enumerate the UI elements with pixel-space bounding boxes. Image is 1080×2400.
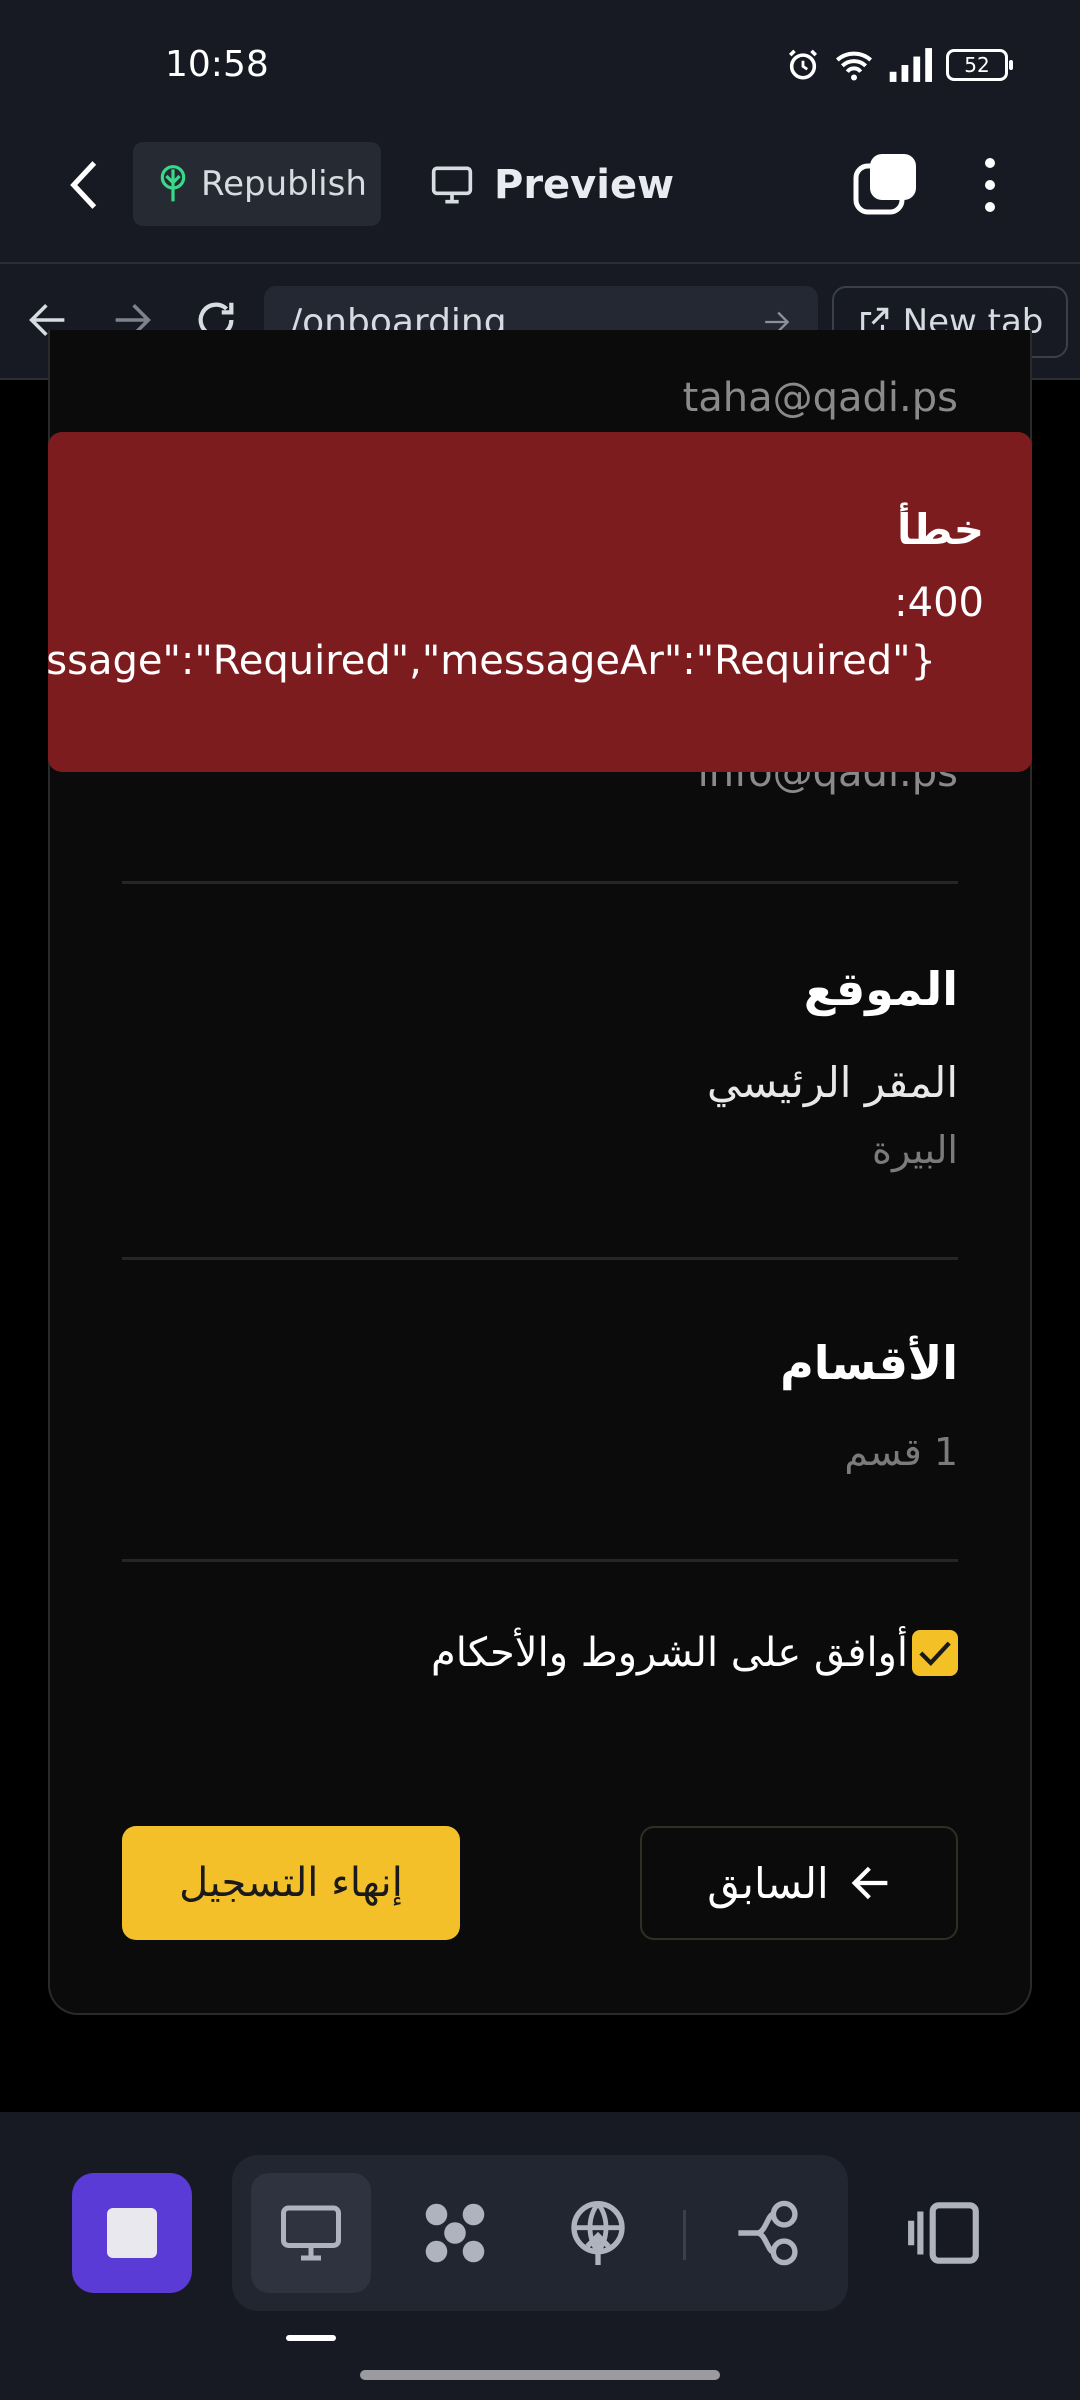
toolbar-separator xyxy=(683,2210,686,2260)
side-panel-icon[interactable] xyxy=(905,2193,985,2273)
monitor-icon xyxy=(281,2205,341,2261)
departments-title: الأقسام xyxy=(780,1336,958,1390)
chevron-left-icon xyxy=(70,161,97,209)
stop-icon xyxy=(107,2208,157,2258)
desktop-view-button[interactable] xyxy=(251,2173,371,2293)
status-time: 10:58 xyxy=(165,44,269,85)
blocks-icon xyxy=(425,2203,485,2263)
location-name: المقر الرئيسي xyxy=(707,1058,958,1107)
toast-message: {"message":"Required","messageAr":"Requi… xyxy=(48,638,936,684)
active-tab-indicator xyxy=(286,2335,336,2341)
finish-registration-button[interactable]: إنهاء التسجيل xyxy=(122,1826,460,1940)
divider xyxy=(122,1559,958,1562)
previous-label: السابق xyxy=(707,1858,829,1908)
republish-label: Republish xyxy=(201,164,367,204)
publish-button[interactable] xyxy=(538,2173,658,2293)
error-toast[interactable] xyxy=(48,432,1032,772)
workflow-button[interactable] xyxy=(708,2173,828,2293)
toast-title: خطأ xyxy=(897,505,984,554)
components-button[interactable] xyxy=(395,2173,515,2293)
email-primary: taha@qadi.ps xyxy=(682,375,958,421)
preview-button[interactable]: Preview xyxy=(430,150,674,220)
terms-label: أوافق على الشروط والأحكام xyxy=(431,1630,908,1676)
stop-button[interactable] xyxy=(72,2173,192,2293)
location-title: الموقع xyxy=(803,962,958,1016)
toast-message-clip: {"message":"Required","messageAr":"Requi… xyxy=(48,632,936,692)
check-icon xyxy=(919,1641,951,1666)
battery-indicator: 52 xyxy=(946,49,1013,81)
home-indicator[interactable] xyxy=(360,2370,720,2380)
divider xyxy=(122,881,958,884)
tree-icon xyxy=(160,165,186,202)
branch-icon xyxy=(738,2200,798,2266)
signal-icon xyxy=(889,48,932,82)
wifi-icon xyxy=(836,51,872,81)
toast-error-code: 400: xyxy=(894,580,984,626)
divider xyxy=(122,1257,958,1260)
previous-button[interactable]: السابق xyxy=(640,1826,958,1940)
preview-label: Preview xyxy=(494,162,675,208)
more-menu-icon[interactable] xyxy=(968,150,1012,220)
departments-count: 1 قسم xyxy=(844,1430,958,1474)
back-button[interactable] xyxy=(64,150,104,220)
terms-checkbox[interactable] xyxy=(912,1630,958,1676)
monitor-icon xyxy=(431,166,473,204)
republish-button[interactable]: Republish xyxy=(133,142,381,226)
alarm-icon xyxy=(788,49,818,80)
finish-label: إنهاء التسجيل xyxy=(179,1860,403,1906)
copy-icon[interactable] xyxy=(850,150,920,220)
terms-row[interactable]: أوافق على الشروط والأحكام xyxy=(431,1630,958,1676)
globe-upload-icon xyxy=(571,2201,625,2265)
arrow-left-icon xyxy=(851,1866,888,1900)
status-icons: 52 xyxy=(786,48,1013,82)
location-city: البيرة xyxy=(872,1128,958,1172)
